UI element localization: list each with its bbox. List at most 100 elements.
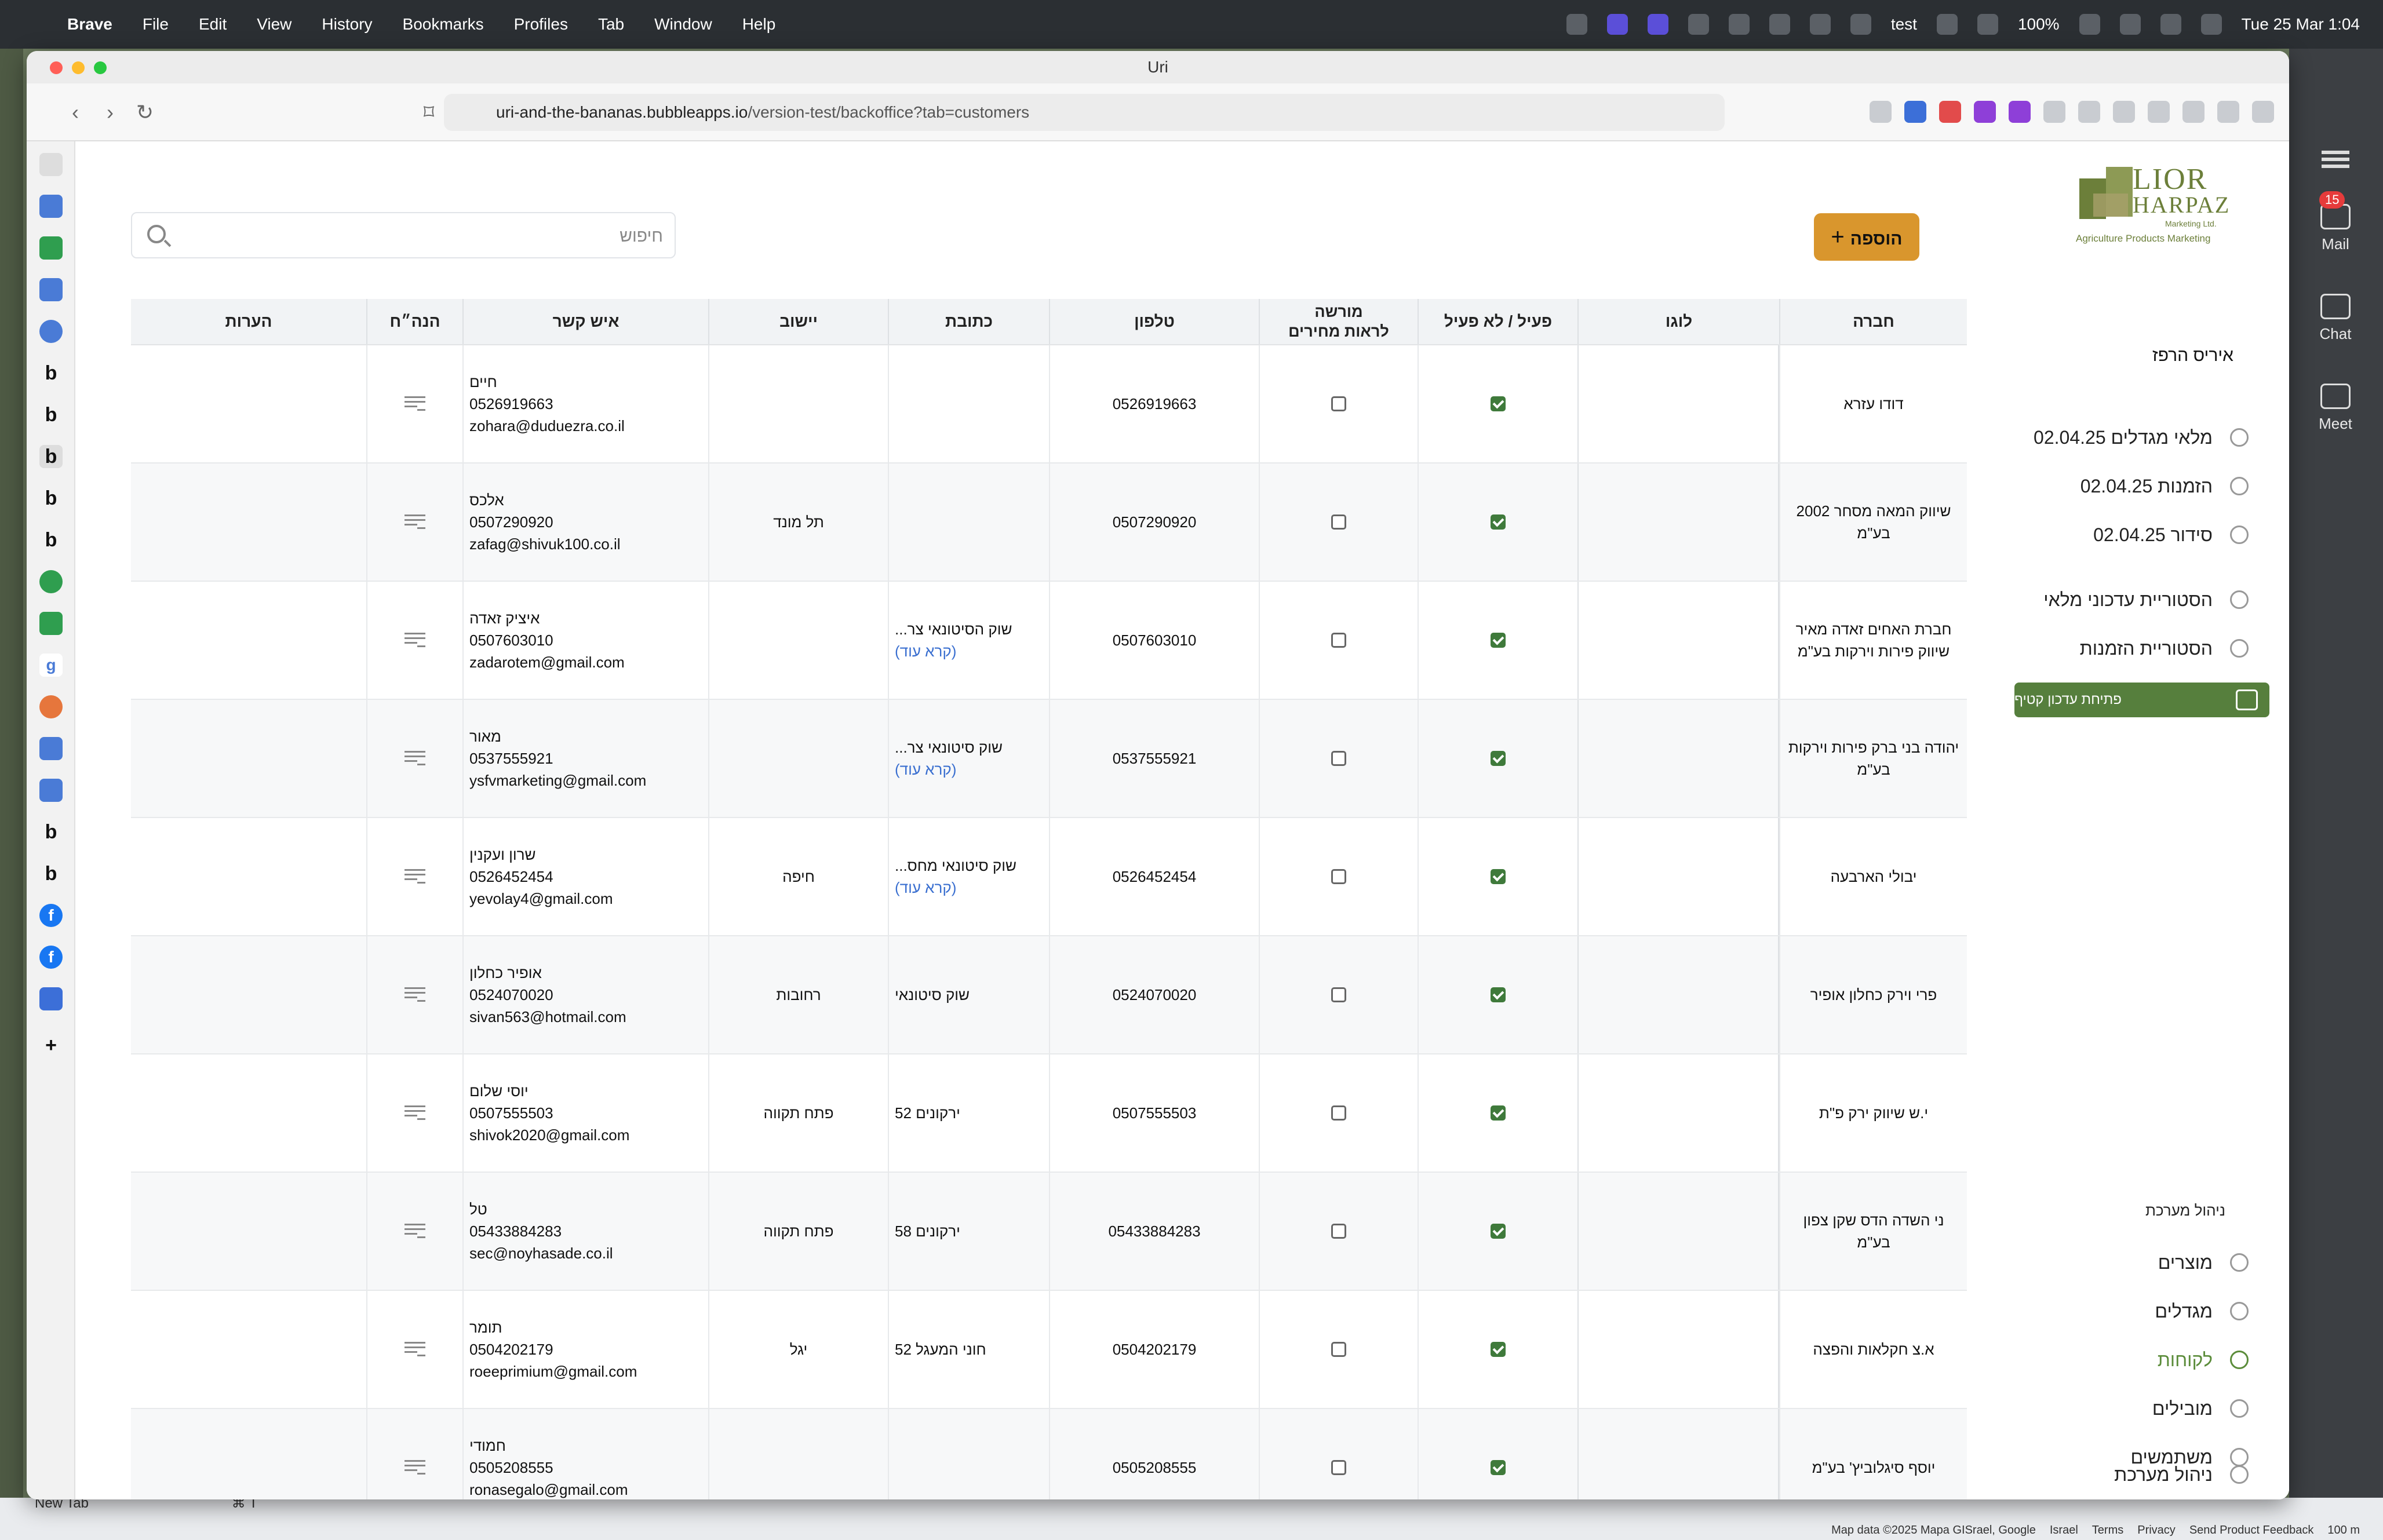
zoom-status-icon[interactable] <box>1606 14 1628 35</box>
notes-list-icon[interactable] <box>405 1342 425 1357</box>
map-attribution-terms[interactable]: Terms <box>2092 1524 2123 1537</box>
notes-list-icon[interactable] <box>405 514 425 530</box>
new-tab-plus-icon[interactable]: + <box>39 1034 63 1057</box>
menu-app-name[interactable]: Brave <box>67 15 112 34</box>
pricing-checkbox[interactable] <box>1331 1105 1346 1121</box>
screen-share-icon[interactable] <box>1647 14 1668 35</box>
reload-button[interactable]: ↻ <box>131 98 159 126</box>
bluetooth-icon[interactable] <box>1809 14 1831 35</box>
tab-facebook-icon[interactable]: f <box>39 946 63 969</box>
tab-app-icon[interactable] <box>39 320 63 343</box>
pricing-checkbox[interactable] <box>1331 751 1346 766</box>
search-status-icon[interactable] <box>1566 14 1587 35</box>
forward-button[interactable]: › <box>96 98 124 126</box>
menu-window[interactable]: Window <box>654 15 712 34</box>
extension-purple-icon[interactable] <box>1974 101 1996 123</box>
open-harvest-update-button[interactable]: פתיחת עדכון קטיף <box>2014 683 2269 717</box>
tab-audio-icon[interactable] <box>39 987 63 1010</box>
shield-status-icon[interactable] <box>1769 14 1790 35</box>
wallet-icon[interactable] <box>2148 101 2170 123</box>
extension-icon[interactable] <box>1870 101 1892 123</box>
search-input[interactable] <box>188 224 663 249</box>
active-checkbox[interactable] <box>1491 987 1506 1002</box>
nav-arrangement[interactable]: סידור 02.04.25 <box>2093 520 2249 549</box>
tab-bubble-icon[interactable]: b <box>39 362 63 385</box>
active-checkbox[interactable] <box>1491 1460 1506 1475</box>
nav-products[interactable]: מוצרים <box>2158 1248 2249 1277</box>
notes-list-icon[interactable] <box>405 396 425 411</box>
active-checkbox[interactable] <box>1491 1224 1506 1239</box>
menu-history[interactable]: History <box>322 15 372 34</box>
tab-bubble-icon[interactable]: b <box>39 403 63 426</box>
map-attribution-privacy[interactable]: Privacy <box>2137 1524 2176 1537</box>
menu-profiles[interactable]: Profiles <box>514 15 568 34</box>
extension-ai-icon[interactable] <box>2009 101 2031 123</box>
active-checkbox[interactable] <box>1491 1342 1506 1357</box>
tab-bubble-icon[interactable]: b <box>39 820 63 844</box>
active-checkbox[interactable] <box>1491 514 1506 530</box>
tab-google-icon[interactable]: g <box>39 654 63 677</box>
table-row[interactable]: ני השדה הדס שקן צפון בע"מ 05433884283 ירקו… <box>131 1173 1967 1291</box>
tab-facebook-icon[interactable]: f <box>39 904 63 927</box>
moon-icon[interactable] <box>1936 14 1958 35</box>
menu-file[interactable]: File <box>143 15 169 34</box>
active-checkbox[interactable] <box>1491 633 1506 648</box>
pricing-checkbox[interactable] <box>1331 396 1346 411</box>
minimize-window-button[interactable] <box>72 61 85 74</box>
pricing-checkbox[interactable] <box>1331 1342 1346 1357</box>
nav-system-admin[interactable]: ניהול מערכת <box>2114 1460 2249 1489</box>
pricing-checkbox[interactable] <box>1331 987 1346 1002</box>
nav-growers[interactable]: מגדלים <box>2155 1297 2249 1326</box>
read-more-link[interactable]: (קרא עוד) <box>895 640 956 662</box>
active-checkbox[interactable] <box>1491 1105 1506 1121</box>
active-checkbox[interactable] <box>1491 751 1506 766</box>
tab-bubble-icon[interactable]: b <box>39 528 63 552</box>
address-bar[interactable]: uri-and-the-bananas.bubbleapps.io/versio… <box>444 94 1725 131</box>
nav-orders[interactable]: הזמנות 02.04.25 <box>2080 472 2249 501</box>
map-attribution-feedback[interactable]: Send Product Feedback <box>2189 1524 2314 1537</box>
tab-docs-icon[interactable] <box>39 737 63 760</box>
browser-menu-icon[interactable] <box>2252 101 2274 123</box>
table-row[interactable]: דודו עזרא 0526919663 חיים 0526919663 zohara@… <box>131 345 1967 464</box>
battery-icon[interactable] <box>2079 14 2100 35</box>
extensions-puzzle-icon[interactable] <box>2043 101 2065 123</box>
wifi-icon[interactable] <box>2119 14 2141 35</box>
pricing-checkbox[interactable] <box>1331 514 1346 530</box>
tab-bubble-icon[interactable]: b <box>39 862 63 885</box>
table-row[interactable]: חברת האחים זאדה מאיר שיווק פירות וירקות … <box>131 582 1967 700</box>
nav-grower-stock[interactable]: מלאי מגדלים 02.04.25 <box>2034 423 2249 452</box>
nav-orders-history[interactable]: הסטוריית הזמנות <box>2080 634 2249 663</box>
read-more-link[interactable]: (קרא עוד) <box>895 758 956 780</box>
menubar-clock[interactable]: Tue 25 Mar 1:04 <box>2242 15 2360 34</box>
sidebar-mail[interactable]: 15 Mail <box>2289 191 2382 253</box>
active-checkbox[interactable] <box>1491 396 1506 411</box>
sidebar-panel-icon[interactable] <box>2113 101 2135 123</box>
tab-docs-icon[interactable] <box>39 195 63 218</box>
pricing-checkbox[interactable] <box>1331 869 1346 884</box>
hamburger-menu-icon[interactable] <box>2322 151 2349 154</box>
menu-bookmarks[interactable]: Bookmarks <box>403 15 484 34</box>
status-user-label[interactable]: test <box>1891 15 1917 34</box>
table-row[interactable]: יבולי הארבעה 0526452454 שוק סיטונאי מחס...… <box>131 818 1967 936</box>
tab-bubble-icon[interactable]: b <box>39 487 63 510</box>
pricing-checkbox[interactable] <box>1331 1460 1346 1475</box>
menu-view[interactable]: View <box>257 15 292 34</box>
notes-list-icon[interactable] <box>405 1460 425 1475</box>
table-row[interactable]: שיווק המאה מסחר 2002 בע"מ 0507290920 תל מו… <box>131 464 1967 582</box>
table-row[interactable]: י.ש שיווק ירק פ"ת 0507555503 ירקונים 52 פתח… <box>131 1054 1967 1173</box>
nav-carriers[interactable]: מובילים <box>2152 1394 2249 1423</box>
download-icon[interactable] <box>2078 101 2100 123</box>
table-row[interactable]: פרי וירק כחלון אופיר 0524070020 שוק סיטונא… <box>131 936 1967 1054</box>
play-icon[interactable] <box>1850 14 1871 35</box>
notes-list-icon[interactable] <box>405 869 425 884</box>
back-button[interactable]: ‹ <box>61 98 89 126</box>
notes-list-icon[interactable] <box>405 1224 425 1239</box>
spotlight-icon[interactable] <box>2160 14 2181 35</box>
apple-icon[interactable] <box>22 12 48 37</box>
table-row[interactable]: יהודה בני ברק פירות וירקות בע"מ 053755592… <box>131 700 1967 818</box>
notes-list-icon[interactable] <box>405 633 425 648</box>
tab-docs-icon[interactable] <box>39 278 63 301</box>
tab-docs-icon[interactable] <box>39 779 63 802</box>
notes-list-icon[interactable] <box>405 987 425 1002</box>
sidebar-meet[interactable]: Meet <box>2289 384 2382 433</box>
